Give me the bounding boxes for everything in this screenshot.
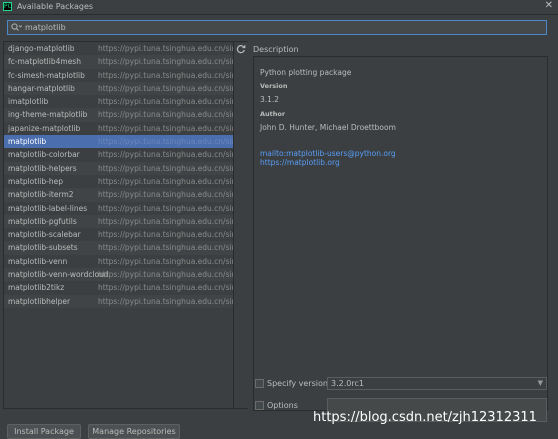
package-row[interactable]: hangar-matplotlib https://pypi.tuna.tsing… bbox=[4, 81, 233, 96]
package-row[interactable]: imatplotlib https://pypi.tuna.tsinghua.ed… bbox=[4, 95, 233, 108]
package-row[interactable]: matplotlib-label-lines https://pypi.tuna.… bbox=[4, 202, 233, 215]
email-link[interactable]: mailto:matplotlib-users@python.org bbox=[260, 149, 396, 158]
homepage-link[interactable]: https://matplotlib.org bbox=[260, 158, 340, 167]
package-repo-url: https://pypi.tuna.tsinghua.edu.cn/simple… bbox=[98, 137, 233, 147]
specify-version-label: Specify version bbox=[267, 379, 328, 388]
window-title: Available Packages bbox=[17, 2, 94, 11]
package-repo-url: https://pypi.tuna.tsinghua.edu.cn/simple… bbox=[98, 256, 233, 266]
package-name: matplotlib-scalebar bbox=[8, 230, 81, 240]
version-select-value: 3.2.0rc1 bbox=[331, 379, 364, 388]
package-name: matplotlib-hep bbox=[8, 176, 63, 186]
package-name: matplotlib-venn bbox=[8, 256, 68, 266]
package-repo-url: https://pypi.tuna.tsinghua.edu.cn/simple… bbox=[98, 216, 233, 226]
chevron-down-icon: ▼ bbox=[537, 379, 543, 387]
package-row[interactable]: matplotlib-hep https://pypi.tuna.tsinghua… bbox=[4, 175, 233, 188]
package-row[interactable]: matplotlib-colorbar https://pypi.tuna.tsi… bbox=[4, 148, 233, 161]
package-name: matplotlib-subsets bbox=[8, 243, 78, 253]
package-repo-url: https://pypi.tuna.tsinghua.edu.cn/simple… bbox=[98, 230, 233, 240]
package-row[interactable]: matplotlib2tikz https://pypi.tuna.tsinghu… bbox=[4, 281, 233, 294]
refresh-column bbox=[234, 41, 248, 409]
search-field[interactable] bbox=[7, 20, 547, 35]
package-summary: Python plotting package bbox=[260, 68, 352, 77]
package-repo-url: https://pypi.tuna.tsinghua.edu.cn/simple… bbox=[98, 123, 233, 133]
package-repo-url: https://pypi.tuna.tsinghua.edu.cn/simple… bbox=[98, 296, 233, 306]
package-name: ing-theme-matplotlib bbox=[8, 110, 88, 120]
package-repo-url: https://pypi.tuna.tsinghua.edu.cn/simple… bbox=[98, 163, 233, 173]
package-repo-url: https://pypi.tuna.tsinghua.edu.cn/simple… bbox=[98, 44, 233, 53]
options-checkbox[interactable] bbox=[255, 401, 264, 410]
package-row[interactable]: ing-theme-matplotlib https://pypi.tuna.ts… bbox=[4, 108, 233, 122]
package-repo-url: https://pypi.tuna.tsinghua.edu.cn/simple… bbox=[98, 283, 233, 293]
package-name: japanize-matplotlib bbox=[8, 123, 81, 133]
package-name: imatplotlib bbox=[8, 97, 49, 107]
package-row[interactable]: matplotlib-venn-wordcloud https://pypi.tu… bbox=[4, 268, 233, 282]
package-name: matplotlib-helpers bbox=[8, 163, 77, 173]
watermark-text: https://blog.csdn.net/zjh12312311 bbox=[313, 410, 537, 425]
description-label: Description bbox=[253, 45, 299, 54]
package-repo-url: https://pypi.tuna.tsinghua.edu.cn/simple… bbox=[98, 110, 233, 120]
package-name: matplotlib bbox=[8, 137, 47, 147]
title-bar: PC Available Packages ✕ bbox=[0, 0, 558, 15]
package-name: matplotlib-venn-wordcloud bbox=[8, 270, 109, 280]
package-repo-url: https://pypi.tuna.tsinghua.edu.cn/simple… bbox=[98, 203, 233, 213]
package-name: django-matplotlib bbox=[8, 44, 75, 53]
package-name: matplotlib2tikz bbox=[8, 283, 65, 293]
author-value: John D. Hunter, Michael Droettboom bbox=[260, 123, 396, 132]
package-name: fc-simesh-matplotlib bbox=[8, 70, 85, 80]
package-row[interactable]: matplotlib-pgfutils https://pypi.tuna.tsi… bbox=[4, 214, 233, 229]
package-repo-url: https://pypi.tuna.tsinghua.edu.cn/simple… bbox=[98, 176, 233, 186]
refresh-icon[interactable] bbox=[236, 44, 246, 57]
package-row[interactable]: django-matplotlib https://pypi.tuna.tsing… bbox=[4, 42, 233, 55]
package-row[interactable]: matplotlib-scalebar https://pypi.tuna.tsi… bbox=[4, 228, 233, 241]
package-repo-url: https://pypi.tuna.tsinghua.edu.cn/simple… bbox=[98, 70, 233, 80]
author-heading: Author bbox=[260, 110, 286, 118]
manage-repositories-button[interactable]: Manage Repositories bbox=[88, 424, 180, 439]
package-repo-url: https://pypi.tuna.tsinghua.edu.cn/simple… bbox=[98, 190, 233, 200]
package-row[interactable]: fc-matplotlib4mesh https://pypi.tuna.tsin… bbox=[4, 55, 233, 69]
pycharm-app-icon: PC bbox=[3, 2, 12, 11]
package-repo-url: https://pypi.tuna.tsinghua.edu.cn/simple… bbox=[98, 243, 233, 253]
package-name: matplotlib-label-lines bbox=[8, 203, 88, 213]
specify-version-row: Specify version 3.2.0rc1 ▼ bbox=[255, 377, 550, 391]
close-button[interactable]: ✕ bbox=[545, 0, 553, 11]
package-row[interactable]: matplotlib-venn https://pypi.tuna.tsinghu… bbox=[4, 255, 233, 268]
package-row[interactable]: matplotlib-subsets https://pypi.tuna.tsin… bbox=[4, 241, 233, 255]
package-name: matplotlib-iterm2 bbox=[8, 190, 74, 200]
description-panel: Description Python plotting package Vers… bbox=[251, 41, 549, 411]
package-repo-url: https://pypi.tuna.tsinghua.edu.cn/simple… bbox=[98, 150, 233, 160]
package-row[interactable]: matplotlibhelper https://pypi.tuna.tsingh… bbox=[4, 294, 233, 308]
search-input[interactable] bbox=[25, 22, 525, 33]
version-value: 3.1.2 bbox=[260, 95, 280, 104]
version-heading: Version bbox=[260, 82, 288, 90]
search-icon bbox=[11, 23, 23, 34]
package-repo-url: https://pypi.tuna.tsinghua.edu.cn/simple… bbox=[98, 270, 233, 280]
package-name: hangar-matplotlib bbox=[8, 83, 75, 93]
package-repo-url: https://pypi.tuna.tsinghua.edu.cn/simple… bbox=[98, 97, 233, 107]
description-box: Python plotting package Version 3.1.2 Au… bbox=[253, 56, 548, 411]
options-label: Options bbox=[267, 401, 298, 410]
package-row[interactable]: matplotlib https://pypi.tuna.tsinghua.edu… bbox=[4, 135, 233, 149]
package-name: matplotlibhelper bbox=[8, 296, 71, 306]
package-repo-url: https://pypi.tuna.tsinghua.edu.cn/simple… bbox=[98, 57, 233, 67]
specify-version-checkbox[interactable] bbox=[255, 379, 264, 388]
package-row[interactable]: matplotlib-iterm2 https://pypi.tuna.tsing… bbox=[4, 188, 233, 202]
install-package-button[interactable]: Install Package bbox=[7, 424, 81, 439]
package-row[interactable]: matplotlib-helpers https://pypi.tuna.tsin… bbox=[4, 161, 233, 175]
package-name: fc-matplotlib4mesh bbox=[8, 57, 81, 67]
package-row[interactable]: fc-simesh-matplotlib https://pypi.tuna.ts… bbox=[4, 69, 233, 82]
package-name: matplotlib-colorbar bbox=[8, 150, 80, 160]
package-repo-url: https://pypi.tuna.tsinghua.edu.cn/simple… bbox=[98, 83, 233, 93]
version-select[interactable]: 3.2.0rc1 ▼ bbox=[327, 377, 547, 390]
package-row[interactable]: japanize-matplotlib https://pypi.tuna.tsi… bbox=[4, 122, 233, 135]
package-list[interactable]: django-matplotlib https://pypi.tuna.tsing… bbox=[3, 41, 234, 409]
package-name: matplotlib-pgfutils bbox=[8, 216, 77, 226]
